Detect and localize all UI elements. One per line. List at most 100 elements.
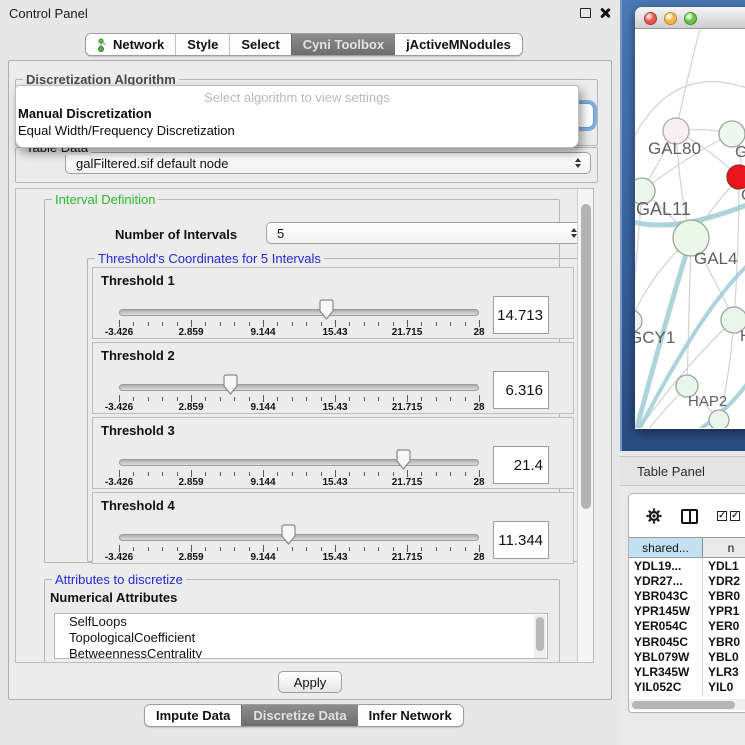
column-header-n[interactable]: n	[703, 538, 745, 557]
panel-title: Control Panel	[9, 6, 88, 21]
slider-handle[interactable]	[222, 374, 239, 396]
tab-cyni-toolbox[interactable]: Cyni Toolbox	[291, 34, 395, 55]
tick-label: 15.43	[322, 477, 347, 488]
close-icon[interactable]	[599, 7, 611, 19]
tick-label: -3.426	[105, 552, 133, 563]
tab-discretize-data[interactable]: Discretize Data	[241, 705, 357, 726]
tick-mark	[349, 322, 350, 326]
zoom-traffic-light-icon[interactable]	[684, 12, 697, 25]
minimize-traffic-light-icon[interactable]	[664, 12, 677, 25]
tick-mark	[321, 397, 322, 401]
table-row[interactable]: YBL079WYBL0	[629, 649, 745, 664]
tab-network[interactable]: Network	[86, 34, 175, 55]
attribute-topologicalcoefficient[interactable]: TopologicalCoefficient	[55, 630, 547, 646]
threshold-slider-track[interactable]	[119, 459, 479, 466]
table-row[interactable]: YER054CYER0	[629, 619, 745, 634]
columns-icon[interactable]	[681, 509, 698, 524]
tick-label: 2.859	[178, 402, 203, 413]
tab-infer-network[interactable]: Infer Network	[358, 705, 463, 726]
network-canvas[interactable]: GAL80GACGAL11GAL4GCY1HHAP2	[635, 29, 745, 428]
checkbox-icon[interactable]: ✓	[730, 511, 740, 521]
tab-style[interactable]: Style	[175, 34, 229, 55]
settings-vertical-scrollbar[interactable]	[577, 189, 593, 662]
tick-mark	[292, 547, 293, 551]
tick-label: 2.859	[178, 552, 203, 563]
tick-mark	[292, 397, 293, 401]
tick-mark	[249, 547, 250, 551]
tick-mark	[177, 472, 178, 476]
tick-mark	[220, 397, 221, 401]
cell-name: YPR1	[703, 604, 745, 619]
tick-mark	[393, 472, 394, 476]
network-node[interactable]	[709, 410, 729, 428]
popup-item-equal-width-frequency[interactable]: Equal Width/Frequency Discretization	[16, 122, 578, 139]
tick-label: 28	[473, 477, 484, 488]
close-traffic-light-icon[interactable]	[644, 12, 657, 25]
tick-label: 9.144	[250, 477, 275, 488]
table-row[interactable]: YBR045CYBR0	[629, 634, 745, 649]
tick-mark	[465, 547, 466, 551]
threshold-slider-track[interactable]	[119, 534, 479, 541]
table-row[interactable]: YPR145WYPR1	[629, 604, 745, 619]
tab-impute-data[interactable]: Impute Data	[145, 705, 241, 726]
tick-mark	[119, 545, 120, 552]
tick-mark	[205, 547, 206, 551]
tick-mark	[364, 472, 365, 476]
table-row[interactable]: YBR043CYBR0	[629, 588, 745, 603]
network-window: GAL80GACGAL11GAL4GCY1HHAP2	[635, 7, 745, 429]
tick-mark	[436, 322, 437, 326]
settings-scroll-area: Interval Definition Number of Intervals …	[15, 188, 594, 663]
threshold-slider-track[interactable]	[119, 309, 479, 316]
tick-mark	[306, 322, 307, 326]
checkbox-icon[interactable]: ✓	[717, 511, 727, 521]
tab-label: Network	[113, 37, 164, 52]
cell-shared-name: YDR27...	[629, 573, 703, 588]
tab-select[interactable]: Select	[229, 34, 290, 55]
cell-shared-name: YPR145W	[629, 604, 703, 619]
float-window-icon[interactable]	[580, 8, 591, 18]
tick-mark	[436, 547, 437, 551]
threshold-panel: Threshold 2 -3.4262.8599.14415.4321.7152…	[92, 342, 574, 414]
attributes-scrollbar[interactable]	[534, 615, 546, 659]
table-row[interactable]: YIL052CYIL0	[629, 680, 745, 695]
threshold-value-box[interactable]: 21.4	[493, 446, 549, 484]
slider-handle[interactable]	[318, 299, 335, 321]
threshold-value-box[interactable]: 11.344	[493, 521, 549, 559]
tick-mark	[349, 547, 350, 551]
tick-mark	[263, 395, 264, 402]
node-label-c: C	[741, 187, 745, 204]
tick-mark	[335, 395, 336, 402]
slider-handle[interactable]	[280, 524, 297, 546]
network-node[interactable]	[727, 165, 745, 189]
gear-icon[interactable]	[646, 508, 662, 529]
table-data-combobox[interactable]: galFiltered.sif default node	[65, 152, 591, 174]
table-row[interactable]: YDL19...YDL1	[629, 558, 745, 573]
gray-edge[interactable]	[676, 29, 701, 131]
tab-label: Select	[241, 37, 279, 52]
tick-mark	[133, 472, 134, 476]
tick-mark	[191, 545, 192, 552]
attribute-selfloops[interactable]: SelfLoops	[55, 614, 547, 630]
table-row[interactable]: YLR345WYLR3	[629, 664, 745, 679]
tick-label: 2.859	[178, 327, 203, 338]
slider-handle[interactable]	[395, 449, 412, 471]
node-label-h: H	[740, 328, 745, 345]
cell-shared-name: YER054C	[629, 619, 703, 634]
tick-mark	[421, 547, 422, 551]
control-panel: Control Panel Network Style Select Cyni Too…	[0, 0, 620, 745]
threshold-label: Threshold 3	[101, 423, 175, 438]
column-header-shared[interactable]: shared...	[629, 538, 703, 557]
threshold-value-box[interactable]: 6.316	[493, 371, 549, 409]
attribute-betweennesscentrality[interactable]: BetweennessCentrality	[55, 646, 547, 659]
tab-jactivemnodules[interactable]: jActiveMNodules	[395, 34, 522, 55]
apply-button[interactable]: Apply	[278, 671, 342, 693]
tick-mark	[364, 547, 365, 551]
popup-item-manual-discretization[interactable]: Manual Discretization	[16, 105, 578, 122]
table-row[interactable]: YDR27...YDR2	[629, 573, 745, 588]
tick-mark	[436, 397, 437, 401]
threshold-value-box[interactable]: 14.713	[493, 296, 549, 334]
tick-mark	[465, 397, 466, 401]
table-horizontal-scrollbar[interactable]	[629, 699, 745, 710]
number-of-intervals-spinner[interactable]: 5	[266, 222, 587, 244]
threshold-slider-track[interactable]	[119, 384, 479, 391]
